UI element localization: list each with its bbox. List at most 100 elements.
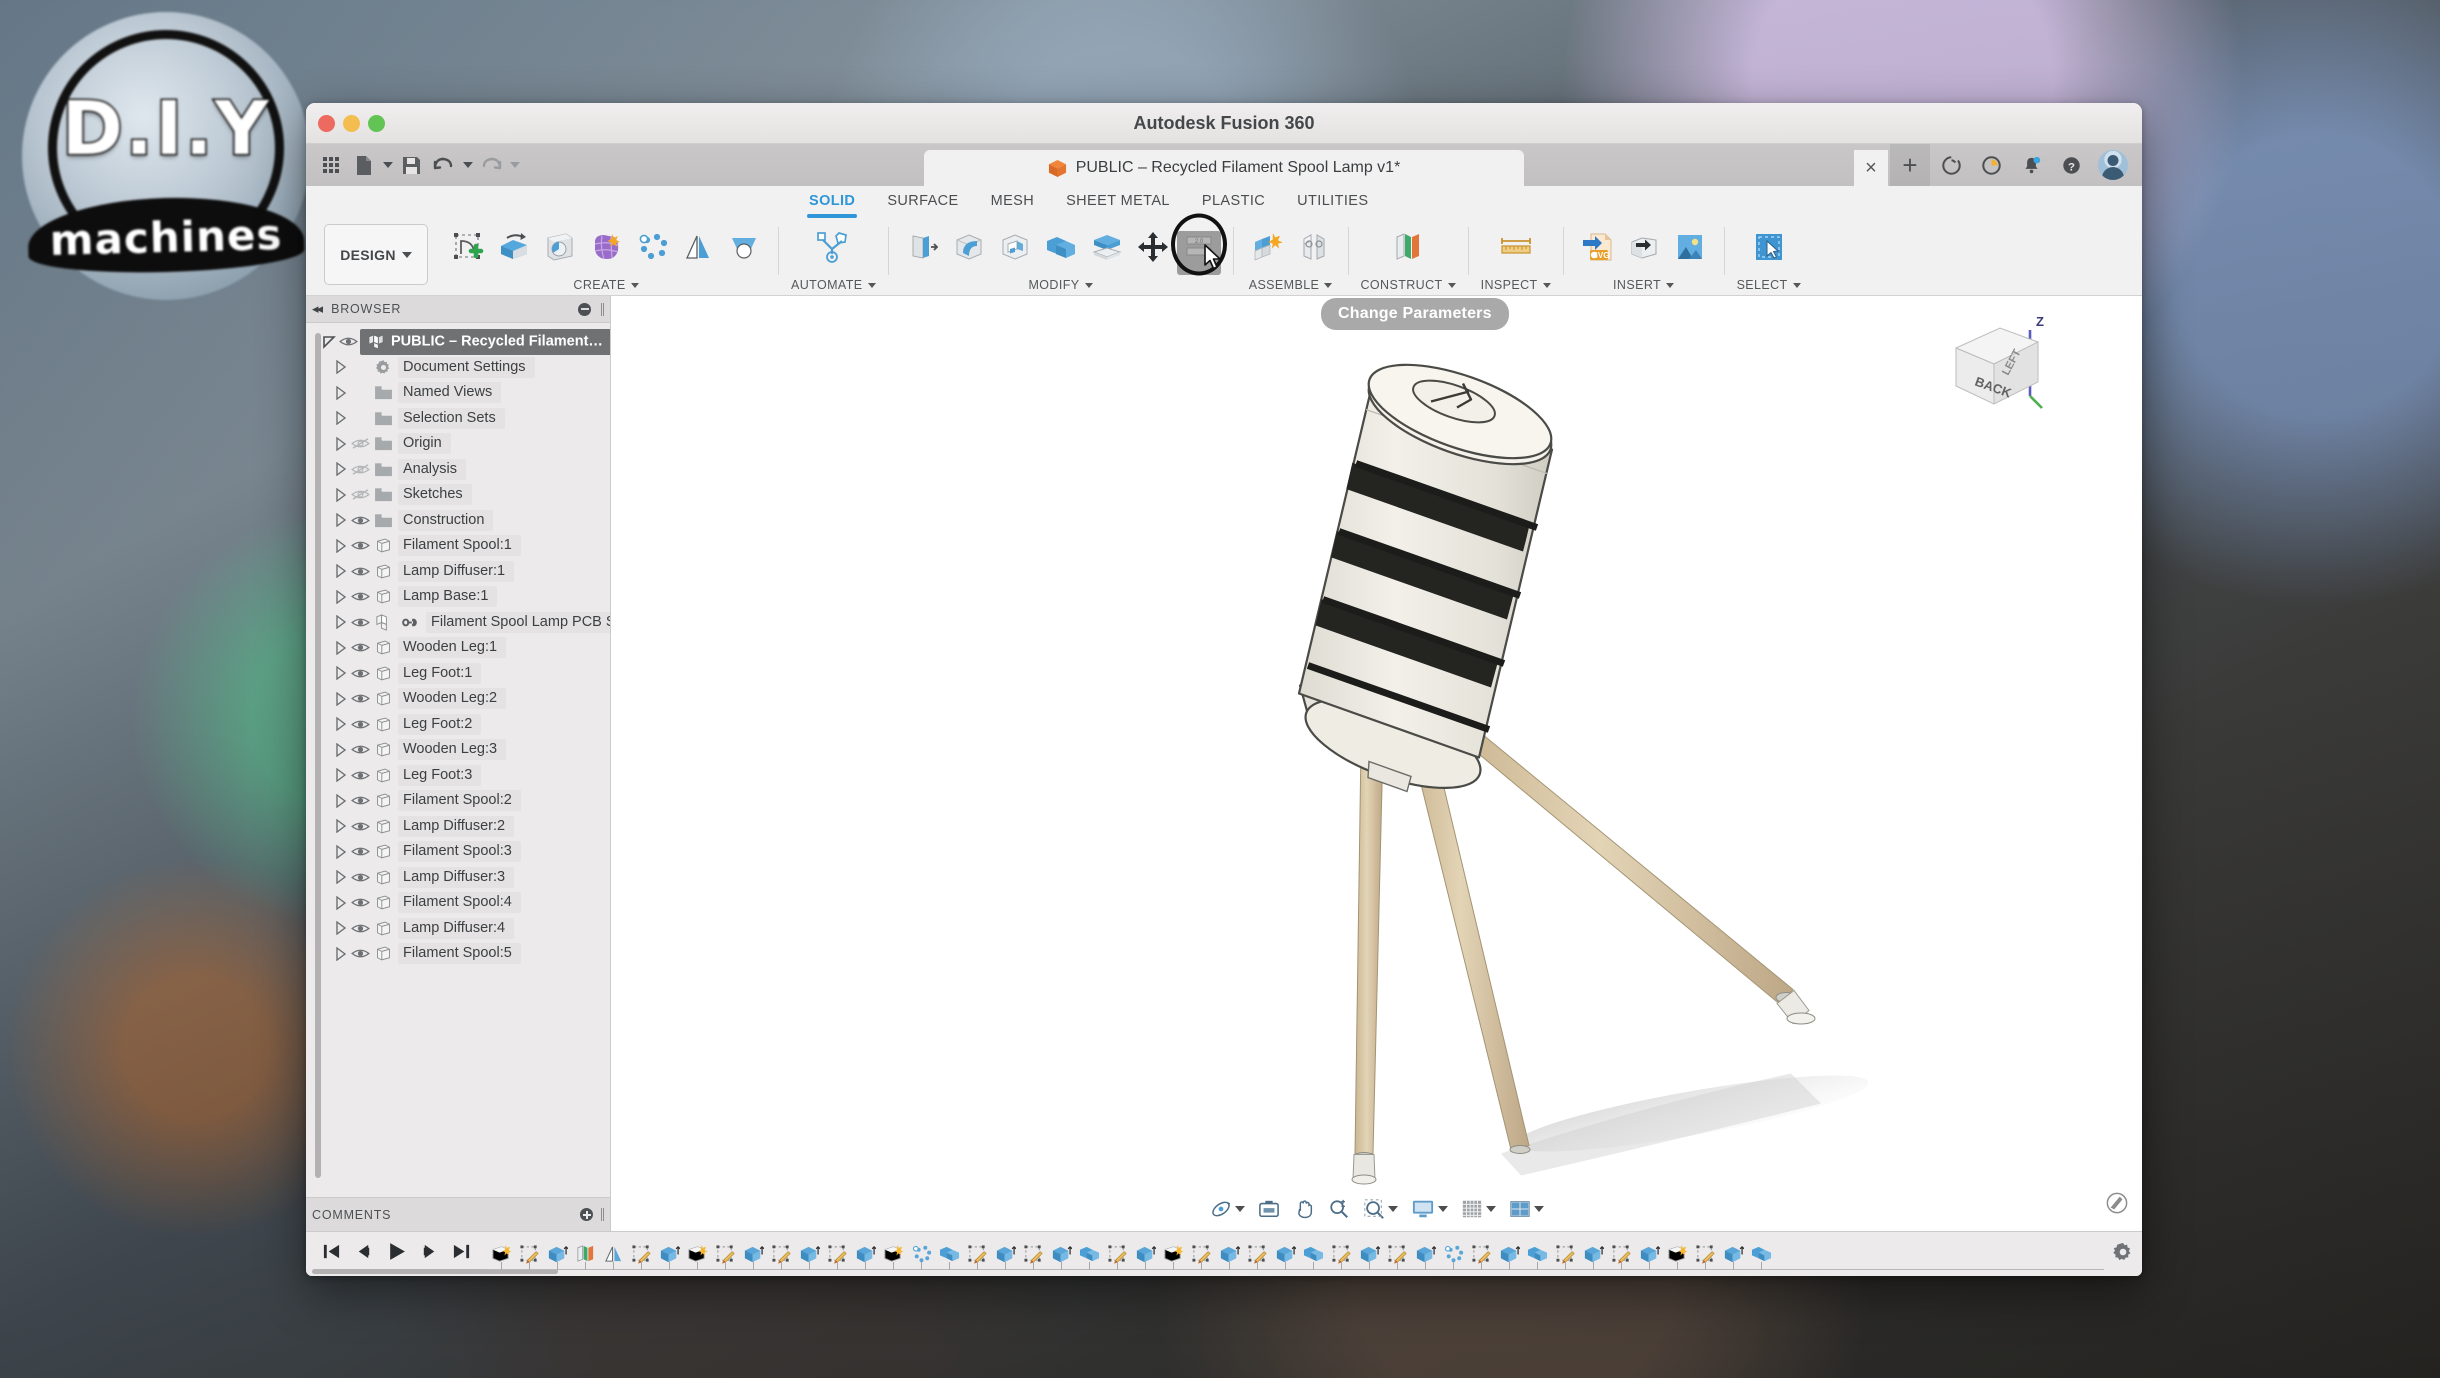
browser-tree-item[interactable]: Construction: [306, 508, 610, 534]
browser-tree-item[interactable]: Lamp Diffuser:1: [306, 559, 610, 585]
save-icon[interactable]: [396, 150, 426, 180]
browser-collapse-all-icon[interactable]: [578, 303, 591, 316]
pattern-icon[interactable]: [630, 224, 674, 270]
expand-arrow-icon[interactable]: [332, 818, 349, 835]
thicken-icon[interactable]: [722, 224, 766, 270]
visibility-eye-icon[interactable]: [349, 514, 372, 527]
browser-tree-item[interactable]: Origin: [306, 431, 610, 457]
timeline-feature-sketch[interactable]: [1691, 1232, 1719, 1277]
visibility-eye-icon[interactable]: [349, 718, 372, 731]
mirror-icon[interactable]: [676, 224, 720, 270]
expand-arrow-icon[interactable]: [332, 639, 349, 656]
visibility-eye-hidden-icon[interactable]: [349, 488, 372, 501]
browser-tree-item[interactable]: Sketches: [306, 482, 610, 508]
timeline-feature-sketch[interactable]: [1467, 1232, 1495, 1277]
zoom-icon[interactable]: [1323, 1193, 1355, 1225]
notifications-bell-icon[interactable]: [2012, 144, 2050, 186]
timeline-feature-extrude[interactable]: [655, 1232, 683, 1277]
chevron-down-icon[interactable]: [868, 283, 876, 288]
chevron-down-icon[interactable]: [1793, 283, 1801, 288]
ribbon-tab-sheet-metal[interactable]: SHEET METAL: [1050, 186, 1186, 218]
pan-icon[interactable]: [1288, 1193, 1320, 1225]
expand-arrow-icon[interactable]: [332, 435, 349, 452]
chevron-down-icon[interactable]: [1235, 1206, 1245, 1212]
revolve-icon[interactable]: [538, 224, 582, 270]
timeline-feature-sketch[interactable]: [1551, 1232, 1579, 1277]
chevron-down-icon[interactable]: [1438, 1206, 1448, 1212]
visibility-eye-icon[interactable]: [349, 896, 372, 909]
chevron-down-icon[interactable]: [631, 283, 639, 288]
visibility-eye-icon[interactable]: [349, 667, 372, 680]
undo-caret-icon[interactable]: [463, 162, 473, 168]
expand-arrow-icon[interactable]: [332, 486, 349, 503]
timeline-feature-extrude[interactable]: [1635, 1232, 1663, 1277]
go-to-end-icon[interactable]: [452, 1242, 471, 1266]
timeline-feature-extrude[interactable]: [795, 1232, 823, 1277]
timeline-settings-icon[interactable]: [2104, 1241, 2134, 1268]
new-document-caret-icon[interactable]: [383, 162, 393, 168]
combine-icon[interactable]: [1039, 224, 1083, 270]
form-icon[interactable]: [584, 224, 628, 270]
browser-tree-item[interactable]: Filament Spool:1: [306, 533, 610, 559]
visibility-eye-icon[interactable]: [349, 845, 372, 858]
timeline-feature-sketch[interactable]: [1187, 1232, 1215, 1277]
create-sketch-icon[interactable]: [446, 224, 490, 270]
visibility-eye-icon[interactable]: [349, 565, 372, 578]
expand-arrow-icon[interactable]: [332, 614, 349, 631]
visibility-eye-icon[interactable]: [349, 820, 372, 833]
chevron-down-icon[interactable]: [1543, 283, 1551, 288]
browser-tree-item[interactable]: Wooden Leg:2: [306, 686, 610, 712]
expand-arrow-icon[interactable]: [332, 920, 349, 937]
browser-tree-item[interactable]: Leg Foot:3: [306, 763, 610, 789]
orbit-icon[interactable]: [1205, 1193, 1250, 1225]
undo-icon[interactable]: [429, 150, 459, 180]
step-back-icon[interactable]: [354, 1242, 373, 1266]
collapse-arrow-icon[interactable]: [320, 333, 337, 350]
browser-tree-item[interactable]: Filament Spool Lamp PCB S…: [306, 610, 610, 636]
timeline-feature-sketch[interactable]: [1019, 1232, 1047, 1277]
expand-arrow-icon[interactable]: [332, 894, 349, 911]
timeline-feature-new-component[interactable]: [1159, 1232, 1187, 1277]
timeline-feature-extrude[interactable]: [1355, 1232, 1383, 1277]
document-tab[interactable]: PUBLIC – Recycled Filament Spool Lamp v1…: [924, 150, 1524, 186]
chevron-down-icon[interactable]: [1486, 1206, 1496, 1212]
display-settings-icon[interactable]: [1406, 1193, 1453, 1225]
new-tab-button[interactable]: +: [1890, 144, 1930, 186]
visibility-eye-icon[interactable]: [349, 743, 372, 756]
expand-arrow-icon[interactable]: [332, 945, 349, 962]
account-avatar[interactable]: [2098, 150, 2128, 180]
collapse-browser-icon[interactable]: ◂◂: [312, 301, 321, 317]
timeline-feature-new-component[interactable]: [683, 1232, 711, 1277]
timeline-feature-mirror[interactable]: [599, 1232, 627, 1277]
visibility-eye-hidden-icon[interactable]: [349, 437, 372, 450]
expand-arrow-icon[interactable]: [332, 741, 349, 758]
browser-tree-item[interactable]: Filament Spool:4: [306, 890, 610, 916]
expand-arrow-icon[interactable]: [332, 767, 349, 784]
visibility-eye-icon[interactable]: [349, 590, 372, 603]
timeline-feature-extrude[interactable]: [1411, 1232, 1439, 1277]
press-pull-icon[interactable]: [901, 224, 945, 270]
timeline-feature-extrude[interactable]: [1495, 1232, 1523, 1277]
timeline-feature-sketch[interactable]: [1243, 1232, 1271, 1277]
play-icon[interactable]: [386, 1241, 407, 1267]
expand-arrow-icon[interactable]: [332, 716, 349, 733]
insert-svg-icon[interactable]: SVG: [1576, 224, 1620, 270]
timeline-feature-sketch[interactable]: [1383, 1232, 1411, 1277]
timeline-features[interactable]: [487, 1232, 2104, 1277]
fillet-icon[interactable]: [947, 224, 991, 270]
timeline-feature-sketch[interactable]: [1327, 1232, 1355, 1277]
timeline-feature-extrude[interactable]: [1271, 1232, 1299, 1277]
timeline-feature-extrude[interactable]: [1579, 1232, 1607, 1277]
timeline-feature-pattern[interactable]: [907, 1232, 935, 1277]
viewport-canvas[interactable]: Z BACK LEFT: [610, 296, 2142, 1231]
browser-tree-item[interactable]: Lamp Diffuser:2: [306, 814, 610, 840]
step-forward-icon[interactable]: [420, 1242, 439, 1266]
expand-arrow-icon[interactable]: [332, 512, 349, 529]
chevron-down-icon[interactable]: [1666, 283, 1674, 288]
browser-tree-item[interactable]: Lamp Base:1: [306, 584, 610, 610]
timeline-feature-new-component[interactable]: [1663, 1232, 1691, 1277]
expand-arrow-icon[interactable]: [332, 537, 349, 554]
timeline-feature-extrude[interactable]: [739, 1232, 767, 1277]
chevron-down-icon[interactable]: [1534, 1206, 1544, 1212]
go-to-beginning-icon[interactable]: [322, 1242, 341, 1266]
